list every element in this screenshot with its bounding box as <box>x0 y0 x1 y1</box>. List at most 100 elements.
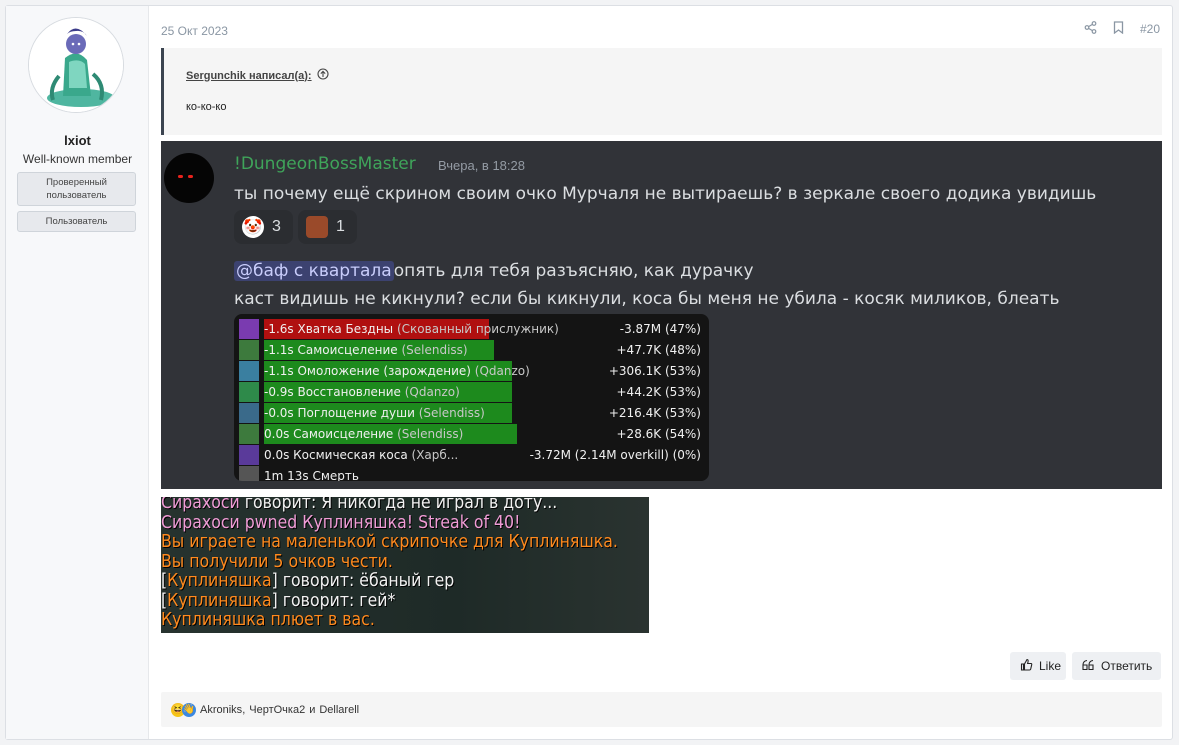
custom-emoji-icon <box>306 216 328 238</box>
reaction-user[interactable]: ЧертОчка2 <box>249 704 305 716</box>
spell-icon <box>239 403 259 423</box>
reaction-user[interactable]: Dellarell <box>319 704 359 716</box>
quote-author[interactable]: Sergunchik написал(а): <box>186 70 312 82</box>
discord-author: !DungeonBossMaster <box>234 154 416 174</box>
combat-log-row: 1m 13s Смерть <box>239 466 701 481</box>
wow-chat-segment: Вы получили 5 очков чести. <box>161 551 393 572</box>
combat-log-value: -3.87M (47%) <box>619 322 701 336</box>
combat-log-source: (Selendiss) <box>397 343 468 357</box>
like-button[interactable]: Like <box>1010 652 1066 680</box>
combat-log-row: -1.1s Самоисцеление (Selendiss) +47.7K (4… <box>239 340 701 360</box>
quote-icon <box>1082 659 1095 674</box>
reaction-conjunction: и <box>309 703 316 716</box>
combat-log-spell: 0.0s Самоисцеление <box>264 427 394 441</box>
combat-log-spell: 1m 13s Смерть <box>264 469 359 481</box>
quote-block: Sergunchik написал(а): ко-ко-ко <box>161 48 1162 135</box>
combat-log-row: -0.0s Поглощение души (Selendiss) +216.4K… <box>239 403 701 423</box>
reaction-user[interactable]: Akroniks <box>200 704 242 716</box>
wow-chat-segment: ] говорит: ёбаный гер <box>271 571 455 591</box>
combat-log-entry: -1.6s Хватка Бездны (Скованный прислужни… <box>264 322 620 336</box>
wow-chat-segment: Сирахоси <box>161 497 240 513</box>
discord-message-3: каст видишь не кикнули? если бы кикнули,… <box>234 289 1060 309</box>
combat-log-spell: -1.6s Хватка Бездны <box>264 322 394 336</box>
arrow-up-circle-icon[interactable] <box>317 68 329 83</box>
combat-log-row: 0.0s Космическая коса (Харб... -3.72M (2.… <box>239 445 701 465</box>
wave-emoji-icon: 👋 <box>182 702 196 717</box>
reaction-count: 1 <box>336 218 345 235</box>
wow-chat-segment: Куплиняшка плюет в вас. <box>161 610 375 630</box>
combat-log-spell: 0.0s Космическая коса <box>264 448 408 462</box>
combat-log-source: (Qdanzo) <box>470 364 530 378</box>
combat-log-source: (Харб... <box>407 448 459 462</box>
user-badge-verified: Проверенный пользователь <box>17 172 136 206</box>
combat-log-source: (Qdanzo) <box>400 385 460 399</box>
discord-reaction-clown: 🤡 3 <box>234 210 293 244</box>
combat-log-entry: -1.1s Омоложение (зарождение) (Qdanzo) <box>264 364 609 378</box>
wow-chat-segment: Сирахоси pwned Куплиняшка! Streak of 40! <box>161 512 521 533</box>
combat-log-value: +47.7K (48%) <box>616 343 702 357</box>
combat-log-row: 0.0s Самоисцеление (Selendiss) +28.6K (54… <box>239 424 701 444</box>
discord-message-1: ты почему ещё скрином своим очко Мурчаля… <box>234 184 1097 204</box>
spell-icon <box>239 424 259 444</box>
user-badge-user: Пользователь <box>17 211 136 232</box>
reactions-bar: 😆 👋 Akroniks, ЧертОчка2 и Dellarell <box>161 692 1162 727</box>
combat-log-value: +44.2K (53%) <box>616 385 702 399</box>
combat-log-spell: -1.1s Самоисцеление <box>264 343 398 357</box>
thumbs-up-icon <box>1020 658 1033 674</box>
combat-log-spell: -1.1s Омоложение (зарождение) <box>264 364 471 378</box>
spell-icon <box>239 319 259 339</box>
combat-log-entry: 1m 13s Смерть <box>264 469 701 481</box>
reply-button[interactable]: Ответить <box>1072 652 1161 680</box>
post-date[interactable]: 25 Окт 2023 <box>161 24 228 38</box>
combat-log-entry: -1.1s Самоисцеление (Selendiss) <box>264 343 617 357</box>
discord-mention: @баф с квартала <box>234 261 394 281</box>
bookmark-icon[interactable] <box>1113 21 1124 37</box>
combat-log-spell: -0.0s Поглощение души <box>264 406 415 420</box>
combat-log-spell: -0.9s Восстановление <box>264 385 401 399</box>
avatar[interactable] <box>28 17 124 113</box>
wow-chat-line: Сирахоси pwned Куплиняшка! Streak of 40! <box>161 513 520 535</box>
wow-chat-segment: Куплиняшка <box>167 571 272 591</box>
share-icon[interactable] <box>1084 21 1097 37</box>
wow-chat-image: Сирахоси говорит: Я никогда не играл в д… <box>161 497 649 633</box>
combat-log-image: -1.6s Хватка Бездны (Скованный прислужни… <box>234 314 709 481</box>
spell-icon <box>239 340 259 360</box>
combat-log-row: -1.1s Омоложение (зарождение) (Qdanzo) +3… <box>239 361 701 381</box>
clown-emoji-icon: 🤡 <box>242 216 264 238</box>
wow-chat-line: Вы играете на маленькой скрипочке для Ку… <box>161 532 618 554</box>
discord-message-2-text: опять для тебя разъясняю, как дурачку <box>393 261 754 281</box>
reaction-count: 3 <box>272 218 281 235</box>
discord-timestamp: Вчера, в 18:28 <box>438 158 525 173</box>
wow-chat-line: Куплиняшка плюет в вас. <box>161 610 375 632</box>
combat-log-value: -3.72M (2.14M overkill) (0%) <box>529 448 701 462</box>
combat-log-entry: -0.0s Поглощение души (Selendiss) <box>264 406 609 420</box>
user-title: Well-known member <box>22 152 133 166</box>
combat-log-row: -1.6s Хватка Бездны (Скованный прислужни… <box>239 319 701 339</box>
reply-label: Ответить <box>1101 659 1153 673</box>
spell-icon <box>239 382 259 402</box>
wow-chat-line: [Куплиняшка] говорит: гей* <box>161 591 395 613</box>
wow-chat-line: [Куплиняшка] говорит: ёбаный гер <box>161 571 454 593</box>
user-sidebar: lxiot Well-known member Проверенный поль… <box>6 6 149 739</box>
quote-header[interactable]: Sergunchik написал(а): <box>186 68 329 83</box>
discord-avatar <box>164 153 214 203</box>
discord-screenshot: !DungeonBossMaster Вчера, в 18:28 ты поч… <box>161 141 1162 489</box>
combat-log-entry: 0.0s Самоисцеление (Selendiss) <box>264 427 617 441</box>
like-label: Like <box>1039 659 1062 673</box>
combat-log-value: +28.6K (54%) <box>616 427 702 441</box>
combat-log-source: (Скованный прислужник) <box>393 322 559 336</box>
combat-log-entry: -0.9s Восстановление (Qdanzo) <box>264 385 617 399</box>
username[interactable]: lxiot <box>6 133 149 148</box>
post-actions: #20 <box>1084 21 1160 37</box>
spell-icon <box>239 466 259 481</box>
wow-chat-line: Вы получили 5 очков чести. <box>161 552 393 574</box>
quote-text: ко-ко-ко <box>186 101 227 113</box>
wow-chat-segment: ] говорит: гей* <box>271 590 396 611</box>
wow-chat-segment: говорит: Я никогда не играл в доту... <box>239 497 558 513</box>
combat-log-entry: 0.0s Космическая коса (Харб... <box>264 448 530 462</box>
combat-log-value: +216.4K (53%) <box>608 406 701 420</box>
post-number-link[interactable]: #20 <box>1140 22 1160 36</box>
spell-icon <box>239 445 259 465</box>
wow-chat-segment: Куплиняшка <box>167 590 272 611</box>
wow-chat-segment: Вы играете на маленькой скрипочке для Ку… <box>161 532 618 552</box>
